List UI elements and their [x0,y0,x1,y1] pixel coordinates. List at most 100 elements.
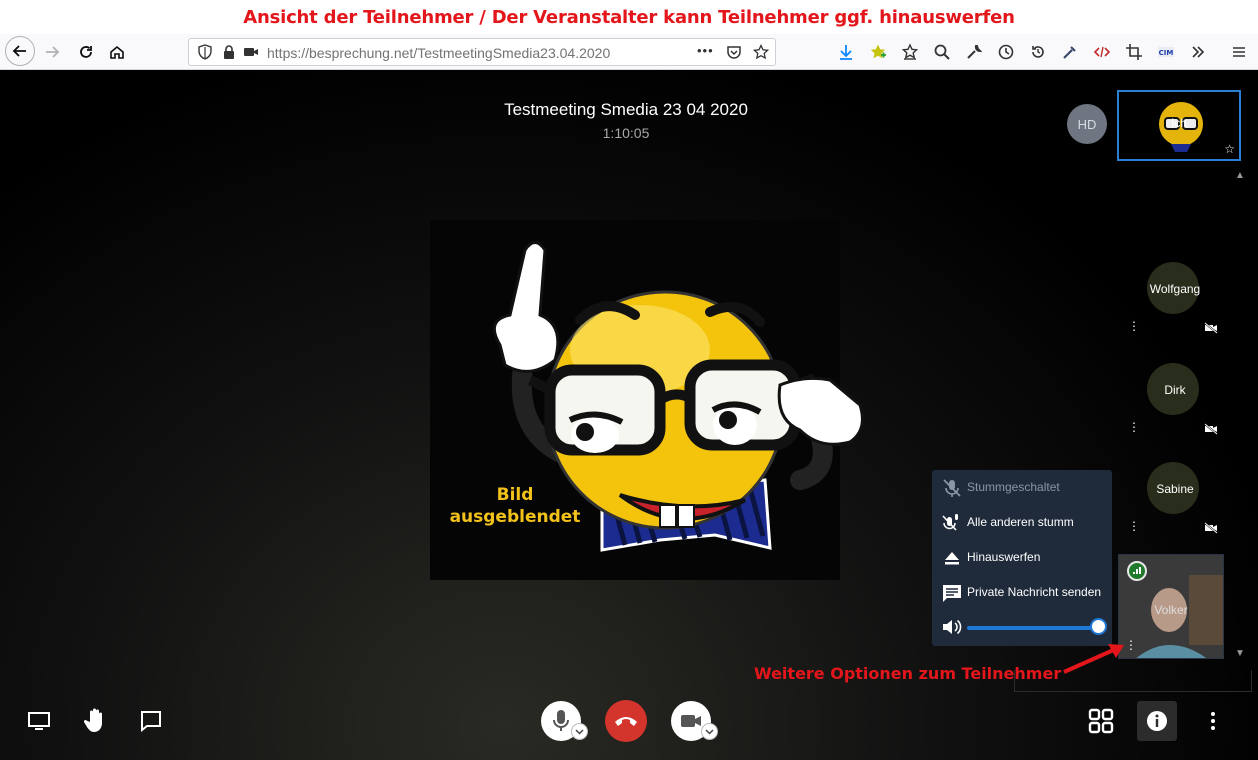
menu-button[interactable] [1225,38,1253,66]
more-actions-button[interactable] [1203,708,1223,734]
hd-quality-badge[interactable]: HD [1067,104,1107,144]
menu-item-label: Private Nachricht senden [967,585,1102,599]
volume-control [932,610,1112,644]
cim-icon: CIM [1158,47,1174,57]
chat-button[interactable] [138,708,164,734]
camera-off-icon [1204,423,1218,435]
downloads-button[interactable] [832,38,860,66]
meeting-timer: 1:10:05 [602,125,650,141]
url-path: /TestmeetingSmedia23.04.2020 [413,45,611,61]
search-button[interactable] [928,38,956,66]
star-list-icon [901,43,919,60]
overflow-button[interactable] [1184,38,1212,66]
page-actions-icon[interactable]: ••• [697,43,714,58]
arrow-right-icon [46,46,60,58]
reload-icon [80,46,92,58]
extension-star-button[interactable] [864,38,892,66]
download-icon [840,45,852,60]
screenshot-button[interactable] [1120,38,1148,66]
devtools-button[interactable] [1088,38,1116,66]
camera-off-icon [1204,322,1218,334]
clock-icon [998,44,1014,60]
url-host: https://besprechung.net [267,45,414,61]
menu-item-kick[interactable]: Hinauswerfen [932,540,1112,575]
home-button[interactable] [103,38,131,66]
info-icon [1147,711,1167,731]
url-text: https://besprechung.net/TestmeetingSmedi… [267,45,610,61]
participant-tile[interactable]: Sabine ⋮ [1120,462,1226,552]
url-bar[interactable]: https://besprechung.net/TestmeetingSmedi… [188,38,776,66]
pin-star-icon[interactable]: ☆ [1224,142,1235,156]
volume-slider-thumb[interactable] [1089,618,1107,635]
annotation-header-text: Ansicht der Teilnehmer / Der Veranstalte… [243,6,1015,28]
self-view-tile[interactable]: Ich ☆ [1117,90,1241,161]
tile-view-button[interactable] [1087,707,1115,735]
connection-signal-icon[interactable] [1127,561,1147,581]
meeting-stage: Testmeeting Smedia 23 04 2020 1:10:05 Bi… [0,70,1258,760]
forward-button[interactable] [38,38,66,66]
crop-icon [1126,44,1142,60]
video-muted-line1: Bild [496,485,534,505]
shield-icon [198,44,212,60]
volume-icon [943,619,962,635]
search-icon [934,44,950,60]
home-icon [110,45,124,59]
scroll-down-icon[interactable]: ▼ [1235,648,1245,659]
annotation-arrow-icon [1063,644,1124,674]
wrench-icon [967,45,983,59]
back-button[interactable] [5,36,35,66]
history-button[interactable] [992,38,1020,66]
camera-icon [681,715,701,727]
mute-others-icon [942,514,958,531]
raise-hand-icon [84,708,102,732]
participant-tile[interactable]: Wolfgang ⋮ [1120,262,1226,352]
filmstrip-scrollbar[interactable]: ▲ ▼ [1235,170,1247,665]
camera-options-button[interactable] [701,723,718,740]
message-icon [943,585,961,602]
more-options-icon[interactable]: ⋮ [1128,320,1140,332]
reading-list-button[interactable] [896,38,924,66]
eyedropper-button[interactable] [1056,38,1084,66]
screen-share-button[interactable] [26,708,52,734]
chat-icon [141,711,161,732]
participant-context-menu: Stummgeschaltet Alle anderen stumm Hinau… [932,470,1112,646]
info-button[interactable] [1137,701,1177,741]
hangup-button[interactable] [605,700,647,742]
more-options-icon[interactable]: ⋮ [1128,520,1140,532]
lock-icon [224,45,234,59]
browser-toolbar: https://besprechung.net/TestmeetingSmedi… [0,34,1258,70]
tile-view-icon [1088,708,1114,734]
self-view-label: Ich [1170,116,1187,130]
video-muted-line2: ausgeblendet [449,507,581,527]
raise-hand-button[interactable] [83,706,109,734]
participant-name: Dirk [1164,383,1186,397]
scroll-up-icon[interactable]: ▲ [1235,170,1245,181]
cim-extension-button[interactable]: CIM [1152,38,1180,66]
menu-item-private-message[interactable]: Private Nachricht senden [932,575,1112,610]
menu-item-label: Stummgeschaltet [967,480,1060,494]
microphone-options-button[interactable] [571,723,588,740]
participant-video-tile[interactable]: Volker ⋮ [1118,554,1224,659]
restore-button[interactable] [1024,38,1052,66]
participant-name: Wolfgang [1149,282,1201,296]
menu-item-muted[interactable]: Stummgeschaltet [932,470,1112,505]
menu-item-label: Hinauswerfen [967,550,1041,564]
microphone-icon [553,710,569,731]
tools-button[interactable] [960,38,988,66]
more-options-icon[interactable]: ⋮ [1128,421,1140,433]
chevron-down-icon [575,728,584,735]
volume-slider[interactable] [967,626,1099,630]
chevron-down-icon [705,728,714,735]
eject-icon [945,552,959,565]
code-icon [1093,46,1111,58]
participant-tile[interactable]: Dirk ⋮ [1120,363,1226,453]
pocket-icon[interactable] [726,44,742,60]
eyedropper-icon [1063,46,1076,59]
reload-button[interactable] [72,38,100,66]
video-muted-caption: Bild ausgeblendet [440,484,590,528]
hamburger-icon [1233,47,1245,57]
menu-item-mute-others[interactable]: Alle anderen stumm [932,505,1112,540]
bookmark-star-icon[interactable] [753,44,769,60]
meeting-title: Testmeeting Smedia 23 04 2020 [504,100,748,119]
camera-permission-icon[interactable] [243,44,259,60]
